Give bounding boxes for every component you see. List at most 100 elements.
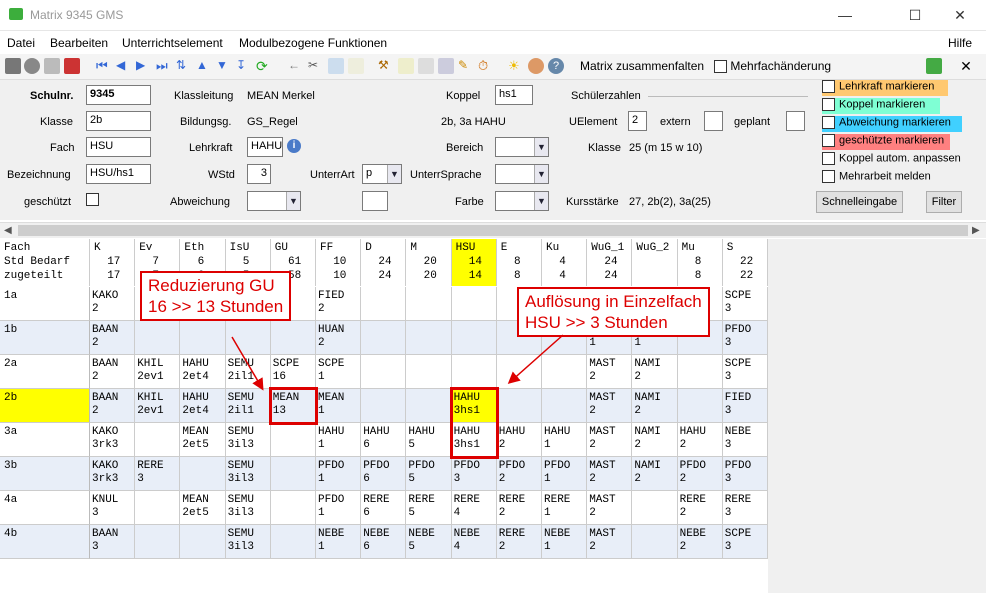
matrix-cell[interactable]: NEBE 2: [677, 525, 723, 559]
matrix-cell[interactable]: HAHU 5: [406, 423, 452, 457]
matrix-cell[interactable]: MEAN 1: [316, 389, 362, 423]
klasse-field[interactable]: 2b: [86, 111, 151, 131]
matrix-cell[interactable]: HAHU 1: [542, 423, 588, 457]
chevron-down-icon[interactable]: ▼: [286, 192, 300, 210]
matrix-cell[interactable]: HAHU 2: [677, 423, 723, 457]
matrix-cell[interactable]: RERE 1: [542, 491, 588, 525]
matrix-cell[interactable]: NEBE 3: [722, 423, 768, 457]
matrix-cell[interactable]: PFDO 2: [496, 457, 542, 491]
koppel-field[interactable]: hs1: [495, 85, 533, 105]
export-icon[interactable]: [926, 58, 942, 74]
matrix-cell[interactable]: MAST 2: [587, 457, 633, 491]
abweichung-markieren-checkbox[interactable]: [822, 116, 835, 129]
matrix-cell[interactable]: [496, 389, 542, 423]
matrix-cell[interactable]: FIED 2: [316, 287, 362, 321]
chevron-down-icon[interactable]: ▼: [534, 165, 548, 183]
matrix-cell[interactable]: [270, 321, 316, 355]
matrix-cell[interactable]: [225, 321, 271, 355]
matrix-cell[interactable]: [451, 355, 497, 389]
geschuetzt-checkbox[interactable]: [86, 193, 99, 206]
matrix-cell[interactable]: KHIL 2ev1: [135, 355, 181, 389]
abweichung-dropdown[interactable]: ▼: [247, 191, 301, 211]
scroll-right-icon[interactable]: ▶: [972, 225, 980, 236]
matrix-cell[interactable]: [542, 355, 588, 389]
matrix-cell[interactable]: MAST 2: [587, 491, 633, 525]
matrix-cell[interactable]: PFDO 5: [406, 457, 452, 491]
filter-down-icon[interactable]: ↧: [236, 58, 252, 74]
save-icon[interactable]: [5, 58, 21, 74]
matrix-cell[interactable]: PFDO 3: [451, 457, 497, 491]
subject-header-wug_1[interactable]: WuG_1 24 24: [587, 239, 633, 286]
print-icon[interactable]: [418, 58, 434, 74]
matrix-cell[interactable]: PFDO 3: [722, 321, 768, 355]
matrix-cell[interactable]: KAKO 3rk3: [90, 423, 136, 457]
paste-icon[interactable]: [348, 58, 364, 74]
matrix-cell[interactable]: NAMI 2: [632, 423, 678, 457]
matrix-cell[interactable]: [361, 355, 407, 389]
row-header-2b[interactable]: 2b: [0, 389, 90, 423]
lehrkraft-field[interactable]: HAHU: [247, 137, 283, 157]
matrix-cell[interactable]: NEBE 1: [542, 525, 588, 559]
geplant-field[interactable]: [786, 111, 805, 131]
matrix-cell[interactable]: KAKO 2: [90, 287, 136, 321]
koppel-anpassen-checkbox[interactable]: [822, 152, 835, 165]
matrix-cell[interactable]: [180, 525, 226, 559]
bezeichnung-field[interactable]: HSU/hs1: [86, 164, 151, 184]
matrix-cell[interactable]: [270, 457, 316, 491]
option-abweichung-markieren[interactable]: Abweichung markieren: [822, 116, 962, 132]
matrix-cell[interactable]: SEMU 3il3: [225, 491, 271, 525]
option-geschuetzte-markieren[interactable]: geschützte markieren: [822, 134, 950, 150]
subject-header-ku[interactable]: Ku 4 4: [542, 239, 588, 286]
subject-header-s[interactable]: S 22 22: [723, 239, 768, 286]
matrix-cell[interactable]: MAST 2: [587, 355, 633, 389]
horizontal-scrollbar[interactable]: ◀ ▶: [0, 222, 986, 238]
matrix-cell[interactable]: FIED 3: [722, 389, 768, 423]
bulb-icon[interactable]: ☀: [508, 58, 524, 74]
matrix-cell[interactable]: [406, 287, 452, 321]
matrix-cell[interactable]: PFDO 6: [361, 457, 407, 491]
subject-header-hsu[interactable]: HSU 14 14: [451, 239, 497, 286]
mehrarbeit-checkbox[interactable]: [822, 170, 835, 183]
subject-header-e[interactable]: E 8 8: [497, 239, 542, 286]
matrix-cell[interactable]: [496, 355, 542, 389]
matrix-cell[interactable]: BAAN 2: [90, 321, 136, 355]
row-header-4a[interactable]: 4a: [0, 491, 90, 525]
menu-bearbeiten[interactable]: Bearbeiten: [50, 36, 108, 50]
new-icon[interactable]: [44, 58, 60, 74]
schulnr-field[interactable]: 9345: [86, 85, 151, 105]
koppel-markieren-checkbox[interactable]: [822, 98, 835, 111]
chevron-down-icon[interactable]: ▼: [534, 192, 548, 210]
subject-header-mu[interactable]: Mu 8 8: [678, 239, 723, 286]
multi-change-checkbox[interactable]: [714, 60, 727, 74]
matrix-cell[interactable]: HAHU 1: [316, 423, 362, 457]
matrix-cell[interactable]: [677, 389, 723, 423]
row-header-2a[interactable]: 2a: [0, 355, 90, 389]
matrix-cell[interactable]: HAHU 2: [496, 423, 542, 457]
matrix-cell[interactable]: PFDO 3: [722, 457, 768, 491]
matrix-cell[interactable]: BAAN 3: [90, 525, 136, 559]
matrix-cell[interactable]: MAST 2: [587, 389, 633, 423]
matrix-cell[interactable]: [406, 389, 452, 423]
subject-header-k[interactable]: K 17 17: [90, 239, 136, 286]
matrix-cell[interactable]: SEMU 3il3: [225, 423, 271, 457]
undo-icon[interactable]: [24, 58, 40, 74]
matrix-cell[interactable]: PFDO 1: [316, 457, 362, 491]
schnelleingabe-button[interactable]: Schnelleingabe: [816, 191, 903, 213]
matrix-cell[interactable]: HUAN 2: [316, 321, 362, 355]
matrix-cell[interactable]: RERE 6: [361, 491, 407, 525]
matrix-cell[interactable]: NEBE 1: [316, 525, 362, 559]
unterrart-dropdown[interactable]: p ▼: [362, 164, 402, 184]
option-koppel-anpassen[interactable]: Koppel autom. anpassen: [822, 152, 961, 168]
matrix-cell[interactable]: RERE 4: [451, 491, 497, 525]
minimize-button[interactable]: —: [830, 4, 860, 26]
unterrsprache-dropdown[interactable]: ▼: [495, 164, 549, 184]
lehrkraft-markieren-checkbox[interactable]: [822, 80, 835, 93]
matrix-cell[interactable]: SCPE 3: [722, 525, 768, 559]
farbe-dropdown[interactable]: ▼: [495, 191, 549, 211]
matrix-cell[interactable]: HAHU 2et4: [180, 355, 226, 389]
matrix-cell[interactable]: NEBE 5: [406, 525, 452, 559]
cut-icon[interactable]: ✂: [308, 58, 324, 74]
matrix-cell[interactable]: MEAN 2et5: [180, 491, 226, 525]
sort-icon[interactable]: ⇅: [176, 58, 192, 74]
matrix-cell[interactable]: PFDO 1: [316, 491, 362, 525]
